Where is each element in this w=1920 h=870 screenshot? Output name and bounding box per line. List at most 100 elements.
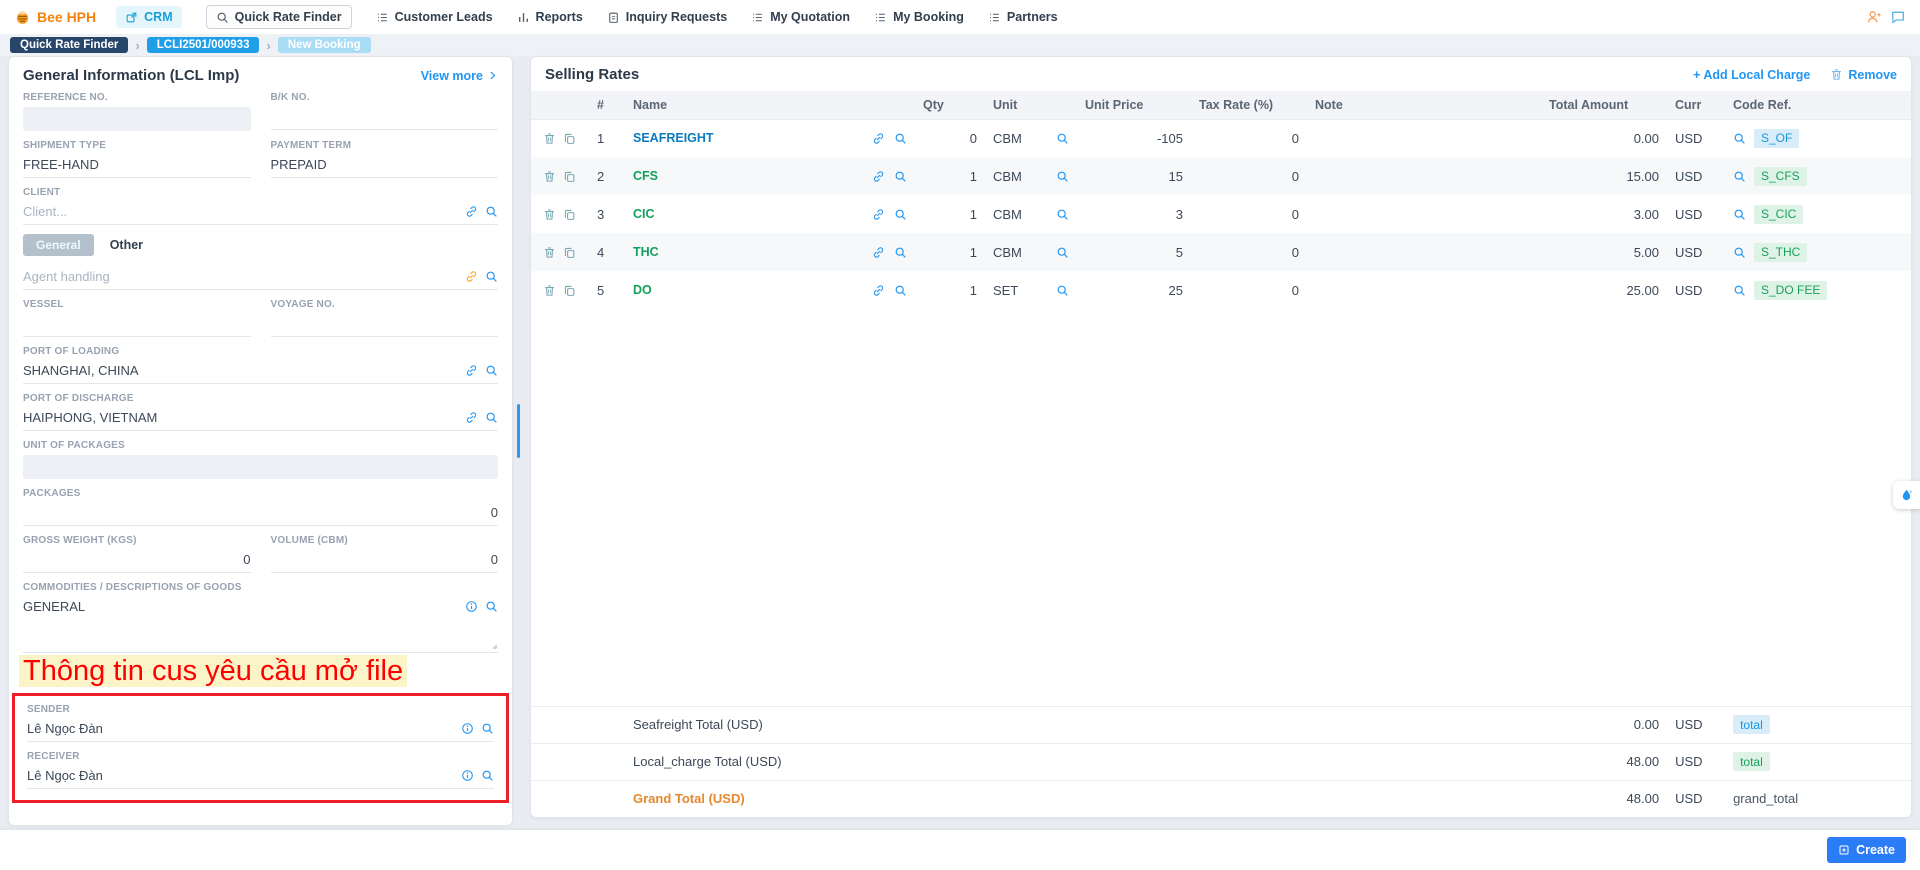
link-icon[interactable] bbox=[872, 132, 885, 145]
search-icon[interactable] bbox=[1056, 284, 1069, 297]
nav-inquiry-requests[interactable]: Inquiry Requests bbox=[607, 10, 727, 24]
search-icon[interactable] bbox=[1056, 208, 1069, 221]
info-icon[interactable] bbox=[461, 769, 474, 782]
tax-rate-cell[interactable]: 0 bbox=[1191, 233, 1307, 271]
unit-cell[interactable]: SET bbox=[993, 283, 1018, 298]
packages-input[interactable] bbox=[23, 503, 498, 522]
search-icon[interactable] bbox=[894, 284, 907, 297]
sender-input[interactable] bbox=[27, 719, 454, 738]
search-icon[interactable] bbox=[894, 246, 907, 259]
scrollbar-thumb[interactable] bbox=[517, 404, 520, 458]
unit-cell[interactable]: CBM bbox=[993, 131, 1022, 146]
charge-name[interactable]: CIC bbox=[633, 207, 655, 221]
unit-price-cell[interactable]: -105 bbox=[1077, 119, 1191, 157]
copy-row-icon[interactable] bbox=[563, 284, 576, 297]
search-icon[interactable] bbox=[894, 132, 907, 145]
shipment-type-input[interactable] bbox=[23, 155, 251, 174]
copy-row-icon[interactable] bbox=[563, 246, 576, 259]
breadcrumb-quotation-number[interactable]: LCLI2501/000933 bbox=[147, 37, 260, 53]
search-icon[interactable] bbox=[485, 270, 498, 283]
tax-rate-cell[interactable]: 0 bbox=[1191, 271, 1307, 309]
view-more-link[interactable]: View more bbox=[421, 69, 498, 83]
info-icon[interactable] bbox=[461, 722, 474, 735]
resize-handle[interactable] bbox=[488, 640, 498, 650]
payment-term-input[interactable] bbox=[271, 155, 499, 174]
note-cell[interactable] bbox=[1307, 157, 1541, 195]
nav-my-quotation[interactable]: My Quotation bbox=[751, 10, 850, 24]
search-icon[interactable] bbox=[481, 722, 494, 735]
search-icon[interactable] bbox=[485, 600, 498, 613]
copy-row-icon[interactable] bbox=[563, 170, 576, 183]
note-cell[interactable] bbox=[1307, 195, 1541, 233]
note-cell[interactable] bbox=[1307, 233, 1541, 271]
note-cell[interactable] bbox=[1307, 119, 1541, 157]
search-icon[interactable] bbox=[1733, 132, 1746, 145]
link-icon[interactable] bbox=[872, 208, 885, 221]
delete-row-icon[interactable] bbox=[543, 284, 556, 297]
search-icon[interactable] bbox=[1733, 246, 1746, 259]
tab-other[interactable]: Other bbox=[110, 238, 143, 252]
search-icon[interactable] bbox=[1056, 132, 1069, 145]
commodities-textarea[interactable]: GENERAL bbox=[23, 597, 498, 653]
unit-of-packages-input[interactable] bbox=[30, 458, 491, 477]
search-icon[interactable] bbox=[1733, 170, 1746, 183]
unit-price-cell[interactable]: 25 bbox=[1077, 271, 1191, 309]
search-icon[interactable] bbox=[1733, 284, 1746, 297]
link-icon[interactable] bbox=[872, 246, 885, 259]
volume-input[interactable] bbox=[271, 550, 499, 569]
search-icon[interactable] bbox=[1056, 246, 1069, 259]
charge-name[interactable]: THC bbox=[633, 245, 659, 259]
agent-handling-input[interactable] bbox=[23, 267, 458, 286]
vessel-input[interactable] bbox=[23, 314, 251, 333]
link-icon[interactable] bbox=[872, 170, 885, 183]
receiver-input[interactable] bbox=[27, 766, 454, 785]
nav-quick-rate-finder[interactable]: Quick Rate Finder bbox=[206, 5, 352, 29]
add-local-charge-button[interactable]: + Add Local Charge bbox=[1693, 68, 1810, 82]
voyage-no-input[interactable] bbox=[271, 314, 499, 333]
tax-rate-cell[interactable]: 0 bbox=[1191, 195, 1307, 233]
port-of-loading-input[interactable] bbox=[23, 361, 458, 380]
nav-partners[interactable]: Partners bbox=[988, 10, 1058, 24]
chat-icon[interactable] bbox=[1890, 9, 1906, 25]
bk-no-input[interactable] bbox=[271, 107, 499, 126]
unit-cell[interactable]: CBM bbox=[993, 245, 1022, 260]
search-icon[interactable] bbox=[894, 208, 907, 221]
port-of-discharge-input[interactable] bbox=[23, 408, 458, 427]
client-input[interactable] bbox=[23, 202, 458, 221]
floating-widget[interactable] bbox=[1893, 481, 1920, 509]
unit-cell[interactable]: CBM bbox=[993, 169, 1022, 184]
link-icon[interactable] bbox=[465, 205, 478, 218]
search-icon[interactable] bbox=[1056, 170, 1069, 183]
link-icon[interactable] bbox=[465, 364, 478, 377]
gross-weight-input[interactable] bbox=[23, 550, 251, 569]
search-icon[interactable] bbox=[1733, 208, 1746, 221]
link-icon[interactable] bbox=[872, 284, 885, 297]
charge-name[interactable]: DO bbox=[633, 283, 652, 297]
tax-rate-cell[interactable]: 0 bbox=[1191, 119, 1307, 157]
copy-row-icon[interactable] bbox=[563, 208, 576, 221]
note-cell[interactable] bbox=[1307, 271, 1541, 309]
unit-cell[interactable]: CBM bbox=[993, 207, 1022, 222]
unit-price-cell[interactable]: 3 bbox=[1077, 195, 1191, 233]
qty-cell[interactable]: 0 bbox=[915, 119, 985, 157]
remove-button[interactable]: Remove bbox=[1830, 68, 1897, 82]
search-icon[interactable] bbox=[485, 364, 498, 377]
info-icon[interactable] bbox=[465, 600, 478, 613]
nav-customer-leads[interactable]: Customer Leads bbox=[376, 10, 493, 24]
copy-row-icon[interactable] bbox=[563, 132, 576, 145]
qty-cell[interactable]: 1 bbox=[915, 157, 985, 195]
brand[interactable]: Bee HPH bbox=[14, 9, 96, 26]
reference-no-input[interactable] bbox=[30, 110, 244, 129]
tab-general[interactable]: General bbox=[23, 234, 94, 256]
charge-name[interactable]: CFS bbox=[633, 169, 658, 183]
delete-row-icon[interactable] bbox=[543, 132, 556, 145]
link-icon[interactable] bbox=[465, 411, 478, 424]
nav-my-booking[interactable]: My Booking bbox=[874, 10, 964, 24]
nav-crm[interactable]: CRM bbox=[116, 6, 181, 28]
breadcrumb-new-booking[interactable]: New Booking bbox=[278, 37, 371, 53]
delete-row-icon[interactable] bbox=[543, 246, 556, 259]
search-icon[interactable] bbox=[894, 170, 907, 183]
search-icon[interactable] bbox=[481, 769, 494, 782]
tax-rate-cell[interactable]: 0 bbox=[1191, 157, 1307, 195]
delete-row-icon[interactable] bbox=[543, 170, 556, 183]
